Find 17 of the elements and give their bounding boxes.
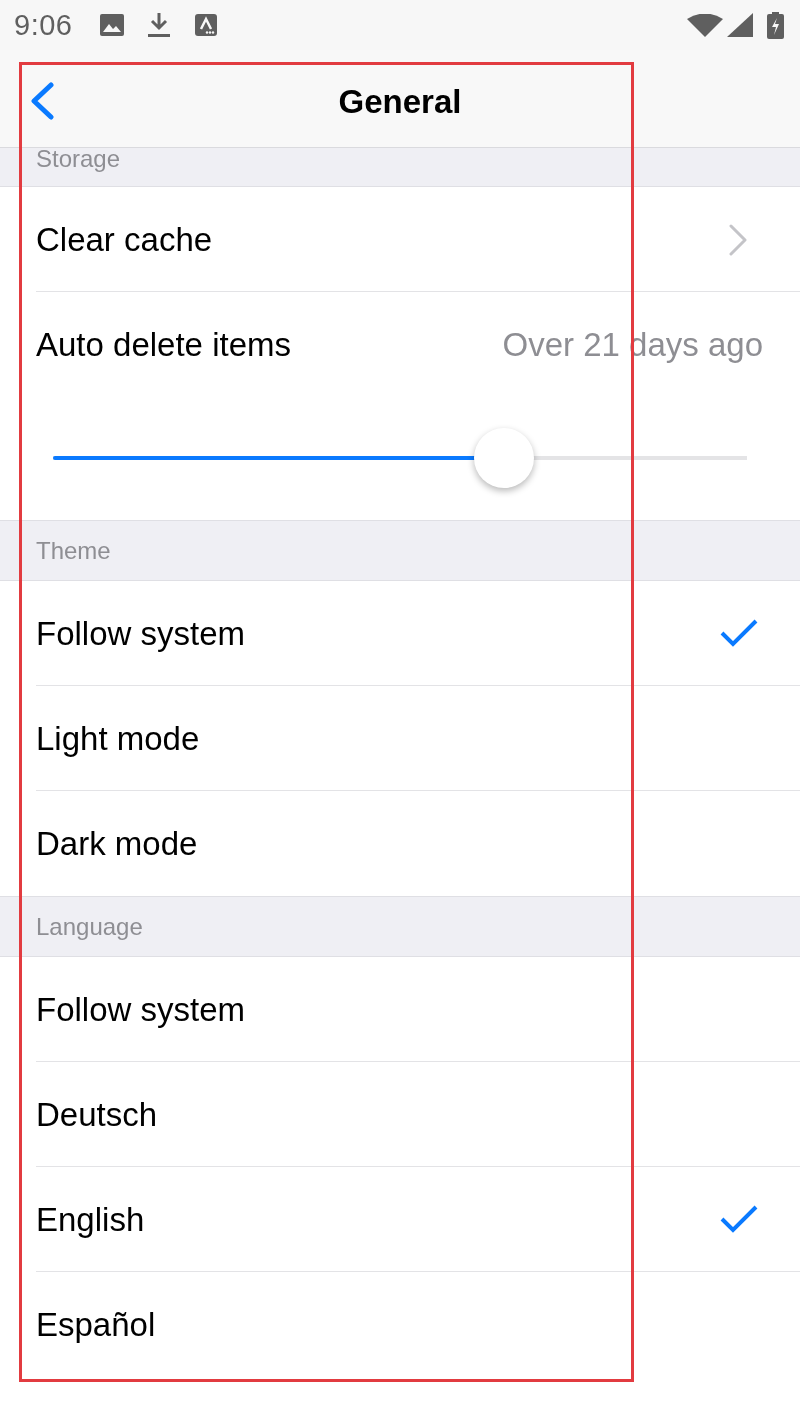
setting-label: Auto delete items xyxy=(36,325,291,364)
section-title: Language xyxy=(36,913,143,940)
wifi-icon xyxy=(687,13,723,37)
screen-title: General xyxy=(338,82,462,121)
settings-row[interactable]: Español xyxy=(0,1272,800,1377)
back-icon xyxy=(29,82,55,120)
section-title: Storage xyxy=(36,145,121,172)
signal-icon xyxy=(727,13,753,37)
app-notification-icon xyxy=(195,14,218,36)
download-icon xyxy=(148,13,171,37)
image-icon xyxy=(100,14,125,36)
chevron-right-icon xyxy=(728,222,748,257)
status-time: 9:06 xyxy=(14,8,73,42)
battery-icon xyxy=(767,11,784,39)
settings-row[interactable]: Dark mode xyxy=(0,791,800,896)
slider-thumb[interactable] xyxy=(474,428,535,488)
section-title: Theme xyxy=(36,537,111,564)
